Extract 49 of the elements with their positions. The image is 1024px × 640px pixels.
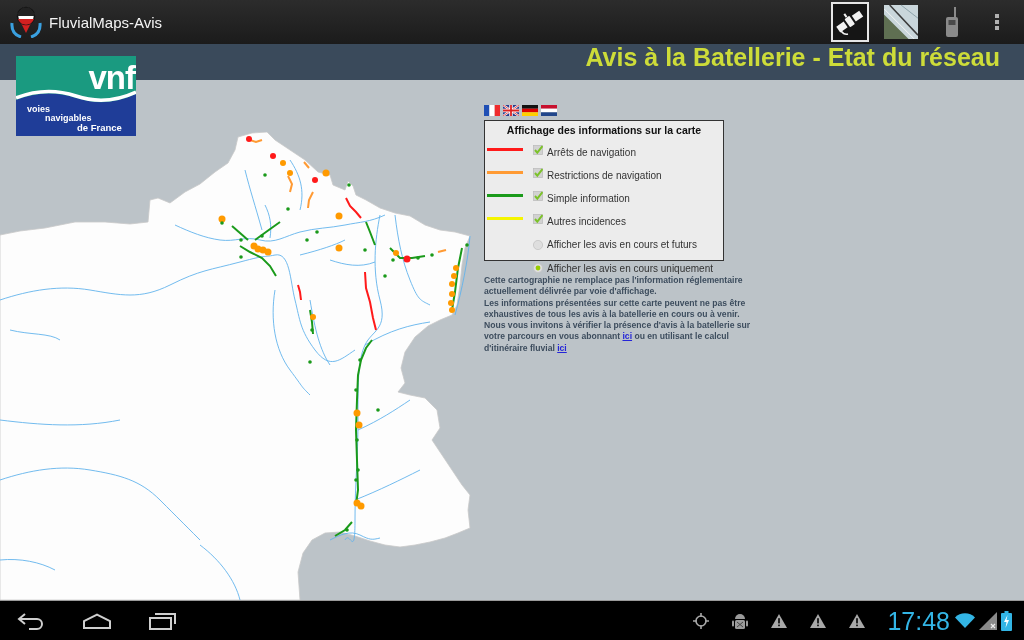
legend-title: Affichage des informations sur la carte (505, 123, 703, 137)
warning-icon (849, 613, 866, 628)
signal-icon (979, 611, 997, 630)
recent-apps-icon (149, 611, 177, 630)
back-button[interactable] (17, 611, 45, 630)
walkie-talkie-icon (945, 7, 959, 37)
page-title: Avis à la Batellerie - Etat du réseau (585, 44, 1000, 73)
layer-checkbox[interactable] (533, 191, 543, 201)
dutch-flag-icon[interactable] (541, 105, 557, 116)
french-flag-icon[interactable] (484, 105, 500, 116)
back-icon (17, 611, 45, 630)
inline-link[interactable]: ici (557, 342, 567, 353)
satellite-view-button[interactable] (831, 2, 869, 42)
layer-checkbox[interactable] (533, 168, 543, 178)
app-title: FluvialMaps-Avis (49, 13, 163, 31)
battery-charging-icon (1001, 610, 1012, 631)
layer-label: Arrêts de navigation (547, 147, 636, 158)
disclaimer-text: Cette cartographie ne remplace pas l'information réglementaire actuellement délivrée par voie d'affichage. (484, 275, 744, 298)
layer-label: Restrictions de navigation (547, 170, 662, 181)
disclaimer-text: Les informations présentées sur cette carte peuvent ne pas être exhaustives de tous les avis à la batellerie en cours ou à venir. (484, 297, 747, 321)
inline-link[interactable]: ici (622, 331, 633, 342)
layer-checkbox[interactable] (533, 145, 543, 155)
robot-icon (732, 612, 749, 629)
british-flag-icon[interactable] (503, 105, 519, 116)
wifi-icon (955, 613, 975, 628)
logo-tagline: voies (27, 105, 50, 114)
warning-icon (771, 613, 788, 628)
german-flag-icon[interactable] (522, 105, 538, 116)
filter-label: Afficher les avis en cours et futurs (547, 239, 697, 250)
layer-label: Simple information (547, 193, 630, 204)
recent-apps-button[interactable] (149, 611, 177, 630)
crosshair-icon (693, 612, 710, 629)
overflow-menu-icon (995, 14, 999, 30)
clock-time: 17:48 (887, 606, 950, 635)
map-view-button[interactable] (882, 2, 920, 42)
home-button[interactable] (82, 612, 112, 629)
logo-wordmark: vnf (88, 63, 135, 93)
logo-tagline: de France (77, 123, 122, 132)
layer-checkbox[interactable] (533, 214, 543, 224)
home-icon (82, 612, 112, 629)
layer-label: Autres incidences (547, 216, 626, 227)
disclaimer-text: Nous vous invitons à vérifier la présence d'avis à la batellerie sur votre parcours en vous abonnant ici ou en utilisant le calcul d'itinéraire fluvial ici (484, 320, 752, 355)
app-logo-icon (10, 6, 42, 38)
warning-icon (810, 613, 827, 628)
filter-radio[interactable] (533, 263, 543, 273)
logo-tagline: navigables (45, 114, 92, 123)
filter-radio[interactable] (533, 239, 543, 250)
map-thumbnail-icon (884, 4, 918, 40)
filter-label: Afficher les avis en cours uniquement (547, 262, 713, 274)
